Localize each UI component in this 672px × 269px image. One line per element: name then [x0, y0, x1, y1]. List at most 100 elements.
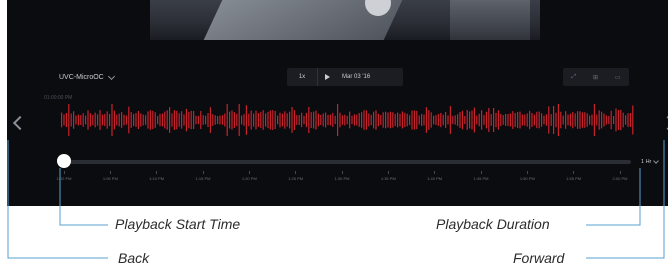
- waveform-bar: [416, 110, 418, 130]
- waveform-bar: [361, 112, 363, 128]
- waveform-bar: [217, 116, 219, 124]
- waveform-bar: [500, 113, 502, 127]
- waveform-bar: [344, 114, 346, 126]
- expand-icon[interactable]: ⤢: [571, 74, 576, 81]
- waveform-bar: [495, 112, 497, 128]
- waveform-bar: [382, 112, 384, 128]
- waveform-bar: [533, 114, 535, 126]
- waveform-bar: [505, 114, 507, 126]
- waveform-bar: [322, 113, 324, 127]
- back-arrow-icon[interactable]: [12, 115, 28, 131]
- waveform-bar: [519, 111, 521, 129]
- waveform-bar: [572, 111, 574, 129]
- waveform-bar: [593, 104, 595, 136]
- waveform-bar: [70, 113, 72, 127]
- waveform-bar: [116, 114, 118, 126]
- waveform-bar: [613, 116, 615, 125]
- waveform-bar: [238, 104, 240, 136]
- waveform-bar: [377, 113, 379, 127]
- waveform-bar: [298, 115, 300, 125]
- waveform-bar: [615, 108, 617, 132]
- waveform-bar: [286, 113, 288, 127]
- waveform-bar: [197, 115, 199, 125]
- waveform-bar: [113, 110, 115, 130]
- waveform-bar: [135, 113, 137, 127]
- waveform-bar: [221, 115, 223, 125]
- waveform-bar: [341, 115, 343, 125]
- waveform-bar: [111, 104, 113, 136]
- playback-controls: 1x Mar 03 '16: [287, 68, 403, 86]
- waveform-bar: [418, 115, 420, 125]
- waveform-bar: [565, 111, 567, 129]
- waveform-bar: [437, 114, 439, 126]
- waveform-bar: [231, 110, 233, 130]
- waveform-bar: [476, 115, 478, 125]
- camera-name: UVC-MicroOC: [59, 74, 104, 81]
- duration-value: 1 Hr: [641, 159, 652, 165]
- waveform-bar: [142, 114, 144, 126]
- camera-select[interactable]: UVC-MicroOC: [59, 72, 115, 81]
- waveform-bar: [255, 110, 257, 130]
- speed-button[interactable]: 1x: [287, 68, 318, 86]
- waveform-bar: [425, 107, 427, 133]
- waveform-bar: [529, 110, 531, 130]
- waveform-bar: [428, 110, 430, 130]
- waveform-bar: [548, 106, 550, 134]
- layout-icon[interactable]: ▭: [615, 74, 621, 81]
- waveform-bar: [337, 104, 339, 136]
- waveform-bar: [478, 113, 480, 127]
- waveform-bar: [406, 113, 408, 127]
- waveform-bar: [380, 115, 382, 125]
- forward-arrow-icon[interactable]: [660, 115, 668, 131]
- waveform-bar: [154, 112, 156, 128]
- waveform-bar: [185, 108, 187, 132]
- waveform-bar: [610, 110, 612, 130]
- time-tick: 1:50 PM: [507, 171, 547, 181]
- date-display[interactable]: Mar 03 '16: [336, 74, 370, 80]
- waveform-bar: [385, 111, 387, 129]
- waveform-bar: [461, 110, 463, 130]
- waveform-bar: [80, 115, 82, 125]
- waveform-bar: [497, 110, 499, 130]
- waveform-bar: [157, 115, 159, 125]
- waveform-bar: [308, 106, 310, 134]
- waveform-bar: [332, 112, 334, 127]
- waveform-bar: [181, 111, 183, 129]
- timeline-track[interactable]: [64, 160, 631, 164]
- waveform-bar: [440, 112, 442, 128]
- waveform-bar: [315, 110, 317, 130]
- play-button[interactable]: [318, 68, 336, 86]
- playback-start-handle[interactable]: [57, 154, 71, 168]
- time-tick: 1:55 PM: [554, 171, 594, 181]
- waveform-bar: [459, 112, 461, 128]
- waveform-bar: [94, 112, 96, 128]
- waveform-bar: [469, 111, 471, 129]
- audio-waveform[interactable]: [57, 104, 637, 136]
- waveform-bar: [509, 113, 511, 127]
- waveform-bar: [531, 113, 533, 127]
- time-tick: 1:05 PM: [90, 171, 130, 181]
- waveform-bar: [317, 113, 319, 127]
- waveform-bar: [248, 113, 250, 127]
- waveform-bar: [183, 114, 185, 126]
- waveform-bar: [629, 113, 631, 127]
- waveform-bar: [123, 114, 125, 126]
- waveform-bar: [229, 111, 231, 129]
- waveform-bar: [169, 107, 171, 133]
- waveform-bar: [442, 114, 444, 126]
- grid-icon[interactable]: ⊞: [593, 74, 598, 81]
- waveform-bar: [358, 113, 360, 127]
- duration-select[interactable]: 1 Hr: [641, 157, 660, 165]
- waveform-bar: [526, 113, 528, 127]
- time-tick: 1:10 PM: [137, 171, 177, 181]
- waveform-bar: [130, 112, 132, 128]
- waveform-bar: [409, 115, 411, 125]
- waveform-bar: [75, 115, 77, 125]
- waveform-bar: [241, 115, 243, 125]
- waveform-bar: [214, 115, 216, 125]
- waveform-bar: [121, 112, 123, 128]
- play-icon: [324, 74, 330, 80]
- waveform-bar: [392, 112, 394, 128]
- waveform-bar: [325, 112, 327, 128]
- time-tick: 1:35 PM: [368, 171, 408, 181]
